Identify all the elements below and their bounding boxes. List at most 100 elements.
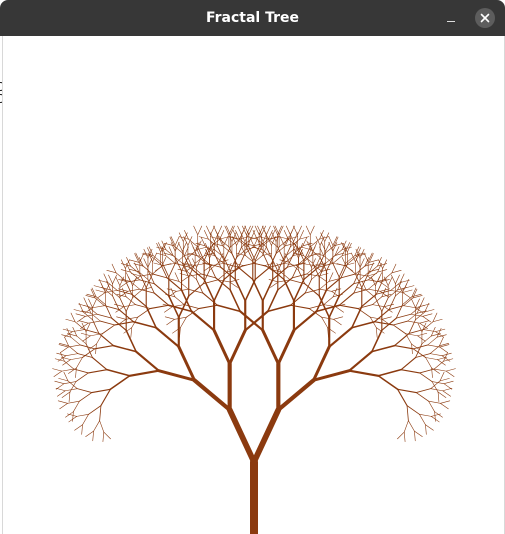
- tree-branch: [288, 236, 299, 240]
- tree-branch: [252, 278, 264, 302]
- tree-branch: [427, 336, 438, 346]
- tree-branch: [70, 357, 83, 360]
- tree-branch: [359, 248, 365, 259]
- tree-branch: [402, 296, 413, 305]
- tree-branch: [357, 304, 373, 309]
- tree-branch: [395, 313, 412, 319]
- tree-branch: [120, 263, 131, 267]
- drawing-canvas[interactable]: [2, 36, 505, 534]
- tree-branch: [267, 289, 279, 313]
- tree-branch: [116, 316, 127, 320]
- tree-branch: [384, 303, 395, 308]
- tree-branch: [254, 225, 260, 236]
- tree-branch: [431, 367, 440, 374]
- tree-branch: [188, 238, 199, 248]
- tree-branch: [100, 388, 111, 407]
- tree-branch: [371, 344, 396, 353]
- tree-branch: [408, 420, 415, 432]
- tree-branch: [130, 281, 140, 290]
- title-bar[interactable]: Fractal Tree: [0, 0, 505, 36]
- tree-branch: [368, 281, 378, 290]
- tree-branch: [303, 266, 319, 280]
- tree-branch: [394, 345, 414, 350]
- tree-branch: [174, 296, 185, 305]
- tree-branch: [58, 344, 69, 348]
- tree-branch: [251, 406, 282, 465]
- tree-branch: [168, 262, 176, 278]
- tree-branch: [400, 369, 421, 374]
- tree-branch: [215, 277, 231, 291]
- tree-branch: [174, 272, 180, 282]
- tree-branch: [174, 255, 185, 264]
- tree-branch: [95, 343, 97, 355]
- tree-branch: [319, 281, 330, 290]
- tree-branch: [328, 272, 334, 282]
- tree-branch: [415, 298, 420, 308]
- tree-branch: [307, 258, 312, 268]
- tree-branch: [220, 266, 236, 280]
- tree-branch: [348, 369, 380, 377]
- tree-branch: [398, 283, 403, 293]
- tree-branch: [377, 269, 388, 273]
- tree-branch: [248, 225, 254, 236]
- tree-branch: [79, 392, 93, 402]
- tree-branch: [351, 320, 376, 329]
- tree-branch: [379, 279, 390, 283]
- tree-branch: [397, 431, 405, 440]
- tree-branch: [299, 230, 304, 240]
- tree-branch: [139, 288, 155, 294]
- tree-branch: [324, 232, 330, 242]
- tree-branch: [206, 225, 211, 236]
- tree-branch: [178, 281, 189, 290]
- tree-branch: [309, 238, 320, 248]
- tree-branch: [57, 400, 68, 404]
- tree-branch: [406, 405, 420, 415]
- tree-branch: [276, 378, 316, 412]
- tree-branch: [180, 316, 187, 328]
- tree-branch: [397, 388, 417, 394]
- tree-branch: [210, 236, 220, 240]
- tree-branch: [367, 271, 378, 281]
- tree-branch: [72, 411, 74, 422]
- tree-branch: [440, 403, 449, 410]
- tree-branch: [305, 225, 311, 236]
- tree-branch: [216, 304, 241, 313]
- tree-branch: [59, 403, 68, 410]
- tree-branch: [211, 263, 225, 266]
- tree-branch: [190, 310, 216, 332]
- tree-branch: [155, 326, 180, 348]
- tree-branch: [315, 236, 321, 246]
- tree-branch: [381, 317, 397, 331]
- tree-branch: [126, 272, 131, 282]
- tree-branch: [432, 312, 438, 323]
- tree-branch: [335, 306, 344, 313]
- tree-branch: [105, 283, 110, 293]
- tree-branch: [103, 431, 111, 440]
- tree-branch: [333, 316, 344, 320]
- tree-branch: [268, 230, 273, 240]
- tree-branch: [403, 305, 416, 309]
- tree-branch: [135, 304, 151, 309]
- tree-branch: [394, 332, 410, 347]
- minimize-button[interactable]: [440, 8, 462, 28]
- tree-branch: [82, 335, 91, 342]
- tree-branch: [199, 256, 210, 265]
- tree-branch: [119, 276, 125, 286]
- tree-branch: [338, 283, 355, 297]
- tree-branch: [411, 298, 416, 308]
- tree-branch: [115, 276, 121, 286]
- tree-branch: [313, 262, 324, 266]
- tree-branch: [332, 262, 340, 278]
- close-button[interactable]: [475, 8, 495, 28]
- tree-branch: [192, 378, 232, 412]
- tree-branch: [391, 263, 397, 274]
- tree-branch: [323, 296, 334, 305]
- tree-branch: [62, 328, 73, 332]
- tree-branch: [74, 424, 83, 431]
- tree-branch: [88, 298, 93, 308]
- tree-branch: [57, 390, 66, 397]
- tree-branch: [68, 344, 81, 348]
- tree-branch: [200, 273, 217, 279]
- tree-branch: [111, 263, 117, 274]
- tree-branch: [96, 333, 103, 345]
